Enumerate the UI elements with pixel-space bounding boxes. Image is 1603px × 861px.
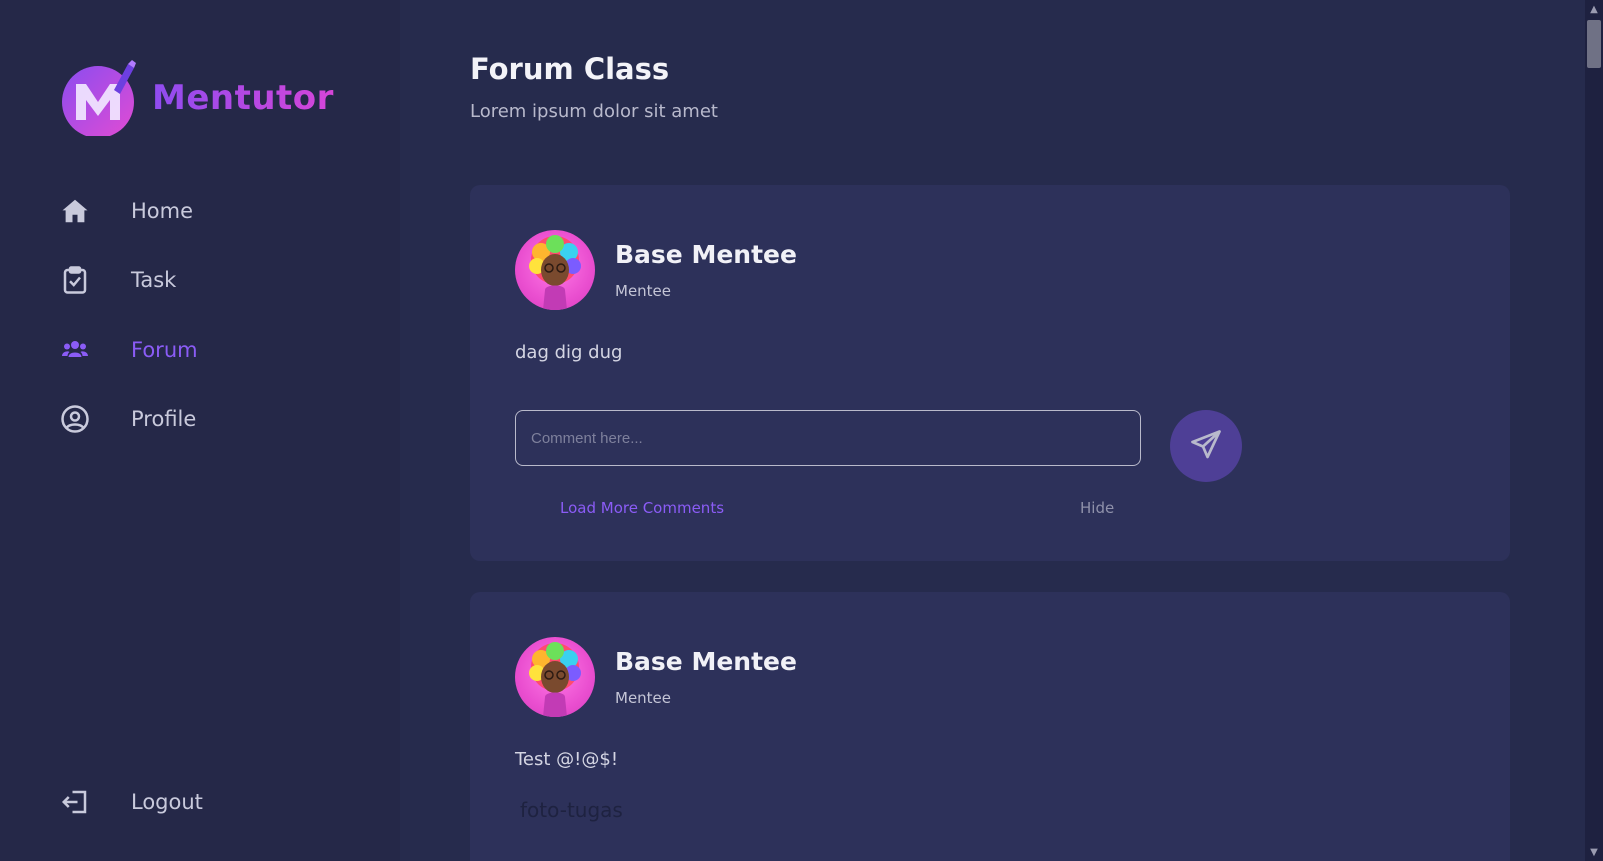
- home-icon: [60, 196, 90, 226]
- sidebar-item-task[interactable]: Task: [60, 265, 176, 295]
- logout-button[interactable]: Logout: [60, 787, 203, 817]
- main-content: Forum Class Lorem ipsum dolor sit amet B…: [400, 0, 1570, 861]
- users-icon: [60, 335, 90, 365]
- sidebar: Mentutor Home Task Forum Profile Logout: [0, 0, 400, 861]
- sidebar-item-forum[interactable]: Forum: [60, 335, 198, 365]
- clipboard-check-icon: [60, 265, 90, 295]
- post-body: Test @!@$!: [515, 749, 619, 770]
- send-icon: [1188, 427, 1224, 466]
- hide-comments-link[interactable]: Hide: [1080, 499, 1114, 517]
- forum-post-card: Base Mentee Mentee dag dig dug Load More…: [470, 185, 1510, 561]
- forum-post-card: Base Mentee Mentee Test @!@$! foto-tugas: [470, 592, 1510, 861]
- brand-name: Mentutor: [152, 78, 334, 118]
- post-author-role: Mentee: [615, 689, 672, 707]
- mentutor-logo-icon: [62, 60, 138, 138]
- sidebar-item-label: Home: [131, 199, 194, 223]
- scroll-up-arrow-icon[interactable]: ▲: [1585, 0, 1603, 18]
- sidebar-item-label: Forum: [131, 338, 198, 362]
- brand-logo[interactable]: Mentutor: [62, 60, 334, 138]
- user-circle-icon: [60, 404, 90, 434]
- avatar[interactable]: [515, 637, 595, 717]
- sidebar-item-label: Task: [131, 268, 177, 292]
- load-more-comments-link[interactable]: Load More Comments: [560, 499, 724, 517]
- avatar[interactable]: [515, 230, 595, 310]
- post-author-name: Base Mentee: [615, 647, 797, 676]
- logout-label: Logout: [131, 790, 203, 814]
- vertical-scrollbar[interactable]: ▲ ▼: [1585, 0, 1603, 861]
- page-subtitle: Lorem ipsum dolor sit amet: [470, 101, 718, 122]
- scrollbar-thumb[interactable]: [1587, 20, 1601, 68]
- post-attachment-image[interactable]: foto-tugas: [520, 798, 623, 822]
- sidebar-item-profile[interactable]: Profile: [60, 404, 196, 434]
- comment-input[interactable]: [515, 410, 1141, 466]
- logout-icon: [60, 787, 90, 817]
- sidebar-item-home[interactable]: Home: [60, 196, 193, 226]
- page-title: Forum Class: [470, 52, 670, 86]
- scroll-down-arrow-icon[interactable]: ▼: [1585, 843, 1603, 861]
- post-body: dag dig dug: [515, 342, 623, 363]
- sidebar-item-label: Profile: [131, 407, 197, 431]
- send-comment-button[interactable]: [1170, 410, 1242, 482]
- post-author-role: Mentee: [615, 282, 672, 300]
- post-author-name: Base Mentee: [615, 240, 797, 269]
